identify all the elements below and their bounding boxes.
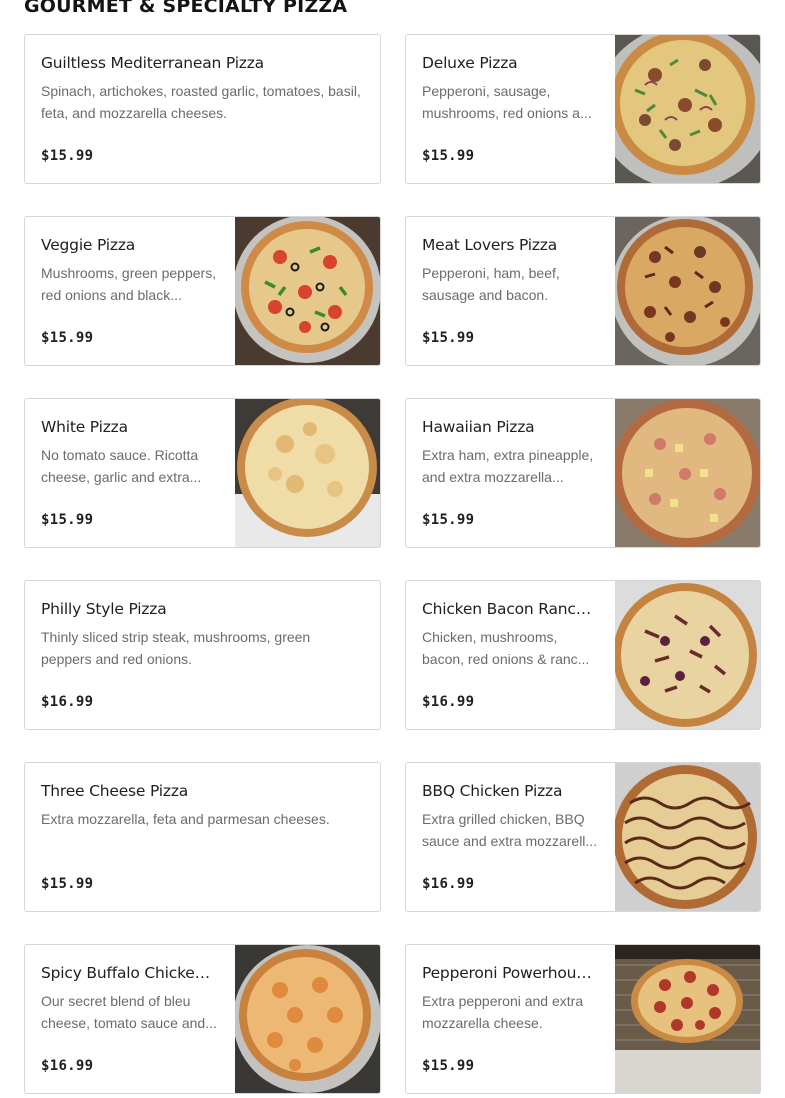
menu-item-name: Hawaiian Pizza bbox=[422, 418, 535, 436]
menu-item-body: White Pizza No tomato sauce. Ricotta che… bbox=[41, 399, 218, 547]
menu-item-description: Pepperoni, sausage, mushrooms, red onion… bbox=[422, 83, 592, 121]
menu-item-body: Guiltless Mediterranean Pizza Spinach, a… bbox=[41, 35, 364, 183]
menu-item-body: Meat Lovers Pizza Pepperoni, ham, beef, … bbox=[422, 217, 598, 365]
menu-item-description: Extra grilled chicken, BBQ sauce and ext… bbox=[422, 811, 598, 849]
menu-item-name: Three Cheese Pizza bbox=[41, 782, 189, 800]
menu-item-price: $16.99 bbox=[422, 694, 475, 710]
menu-item-card[interactable]: Hawaiian Pizza Extra ham, extra pineappl… bbox=[405, 398, 761, 548]
menu-item-price: $15.99 bbox=[41, 876, 94, 892]
menu-item-body: Hawaiian Pizza Extra ham, extra pineappl… bbox=[422, 399, 598, 547]
pizza-photo bbox=[615, 581, 760, 729]
menu-item-card[interactable]: BBQ Chicken Pizza Extra grilled chicken,… bbox=[405, 762, 761, 912]
pizza-photo bbox=[235, 217, 380, 365]
menu-item-card[interactable]: White Pizza No tomato sauce. Ricotta che… bbox=[24, 398, 381, 548]
menu-item-description: No tomato sauce. Ricotta cheese, garlic … bbox=[41, 447, 202, 485]
menu-item-description: Thinly sliced strip steak, mushrooms, gr… bbox=[41, 629, 311, 667]
menu-item-name: White Pizza bbox=[41, 418, 128, 436]
menu-item-name: Pepperoni Powerhous... bbox=[422, 964, 598, 982]
menu-item-name: Deluxe Pizza bbox=[422, 54, 518, 72]
pizza-photo bbox=[615, 399, 760, 547]
pizza-photo bbox=[235, 399, 380, 547]
menu-item-name: BBQ Chicken Pizza bbox=[422, 782, 563, 800]
menu-item-price: $15.99 bbox=[422, 1058, 475, 1074]
menu-item-price: $15.99 bbox=[422, 330, 475, 346]
menu-item-card[interactable]: Chicken Bacon Ranch... Chicken, mushroom… bbox=[405, 580, 761, 730]
menu-item-card[interactable]: Philly Style Pizza Thinly sliced strip s… bbox=[24, 580, 381, 730]
menu-item-body: Philly Style Pizza Thinly sliced strip s… bbox=[41, 581, 364, 729]
menu-item-price: $16.99 bbox=[41, 694, 94, 710]
menu-item-name: Chicken Bacon Ranch... bbox=[422, 600, 598, 618]
menu-item-price: $15.99 bbox=[422, 148, 475, 164]
menu-item-body: Spicy Buffalo Chicken... Our secret blen… bbox=[41, 945, 218, 1093]
menu-item-card[interactable]: Spicy Buffalo Chicken... Our secret blen… bbox=[24, 944, 381, 1094]
menu-item-card[interactable]: Meat Lovers Pizza Pepperoni, ham, beef, … bbox=[405, 216, 761, 366]
menu-item-description: Our secret blend of bleu cheese, tomato … bbox=[41, 993, 217, 1031]
menu-grid: Guiltless Mediterranean Pizza Spinach, a… bbox=[24, 34, 762, 1094]
pizza-photo bbox=[615, 763, 760, 911]
menu-item-name: Spicy Buffalo Chicken... bbox=[41, 964, 218, 982]
pizza-photo bbox=[235, 945, 380, 1093]
menu-item-name: Guiltless Mediterranean Pizza bbox=[41, 54, 264, 72]
menu-item-price: $16.99 bbox=[422, 876, 475, 892]
menu-item-price: $15.99 bbox=[41, 148, 94, 164]
section-title: GOURMET & SPECIALTY PIZZA bbox=[24, 0, 348, 17]
menu-item-price: $16.99 bbox=[41, 1058, 94, 1074]
menu-item-body: Chicken Bacon Ranch... Chicken, mushroom… bbox=[422, 581, 598, 729]
menu-item-description: Mushrooms, green peppers, red onions and… bbox=[41, 265, 217, 303]
menu-item-price: $15.99 bbox=[41, 330, 94, 346]
menu-item-description: Extra mozzarella, feta and parmesan chee… bbox=[41, 811, 330, 827]
menu-item-description: Pepperoni, ham, beef, sausage and bacon. bbox=[422, 265, 560, 303]
menu-item-description: Chicken, mushrooms, bacon, red onions & … bbox=[422, 629, 590, 667]
pizza-photo bbox=[615, 217, 760, 365]
menu-item-card[interactable]: Deluxe Pizza Pepperoni, sausage, mushroo… bbox=[405, 34, 761, 184]
menu-item-description: Extra pepperoni and extra mozzarella che… bbox=[422, 993, 584, 1031]
menu-item-price: $15.99 bbox=[41, 512, 94, 528]
menu-item-name: Meat Lovers Pizza bbox=[422, 236, 558, 254]
menu-item-price: $15.99 bbox=[422, 512, 475, 528]
menu-item-body: Three Cheese Pizza Extra mozzarella, fet… bbox=[41, 763, 364, 911]
menu-item-card[interactable]: Veggie Pizza Mushrooms, green peppers, r… bbox=[24, 216, 381, 366]
menu-item-name: Philly Style Pizza bbox=[41, 600, 167, 618]
menu-item-name: Veggie Pizza bbox=[41, 236, 136, 254]
menu-item-body: Pepperoni Powerhous... Extra pepperoni a… bbox=[422, 945, 598, 1093]
menu-item-card[interactable]: Three Cheese Pizza Extra mozzarella, fet… bbox=[24, 762, 381, 912]
menu-item-card[interactable]: Guiltless Mediterranean Pizza Spinach, a… bbox=[24, 34, 381, 184]
menu-item-description: Spinach, artichokes, roasted garlic, tom… bbox=[41, 83, 361, 121]
menu-item-description: Extra ham, extra pineapple, and extra mo… bbox=[422, 447, 594, 485]
menu-item-body: Deluxe Pizza Pepperoni, sausage, mushroo… bbox=[422, 35, 598, 183]
menu-item-card[interactable]: Pepperoni Powerhous... Extra pepperoni a… bbox=[405, 944, 761, 1094]
menu-item-body: Veggie Pizza Mushrooms, green peppers, r… bbox=[41, 217, 218, 365]
pizza-photo bbox=[615, 35, 760, 183]
menu-item-body: BBQ Chicken Pizza Extra grilled chicken,… bbox=[422, 763, 598, 911]
pizza-photo bbox=[615, 945, 760, 1093]
